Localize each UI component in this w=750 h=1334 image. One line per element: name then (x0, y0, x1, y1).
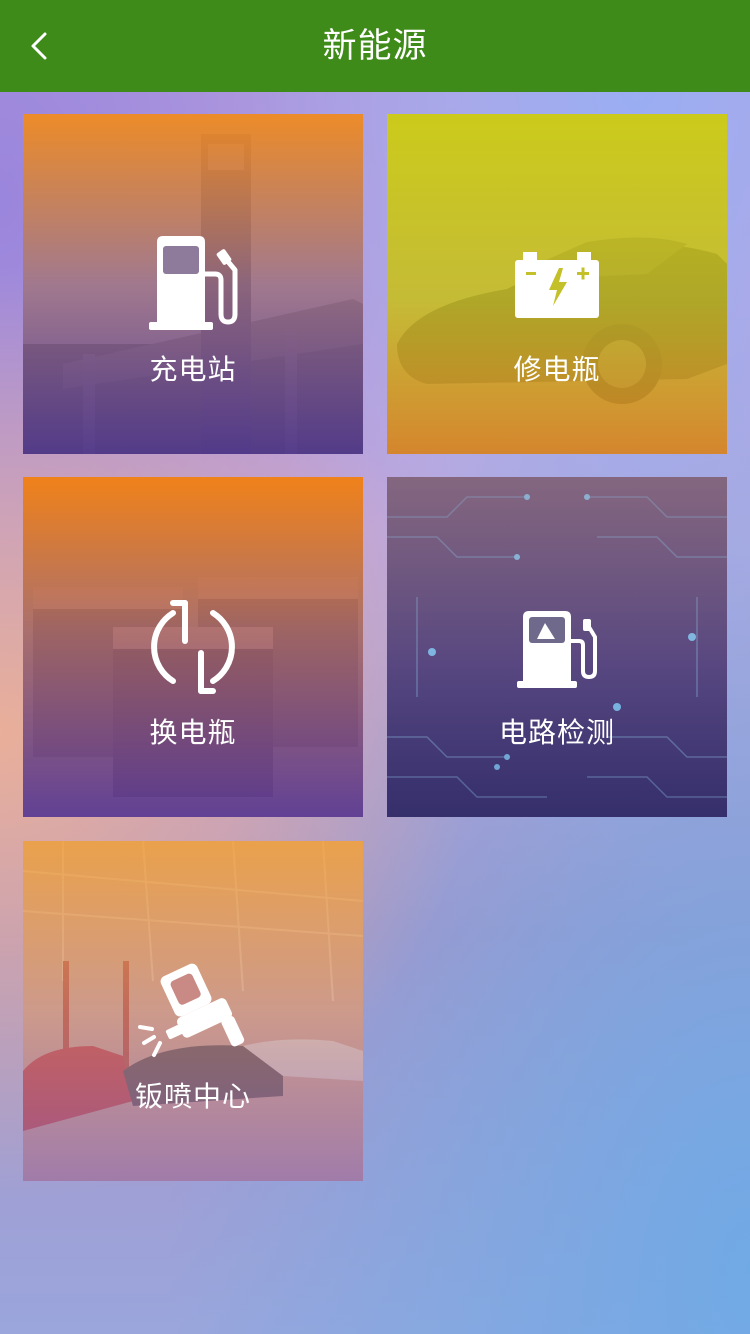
page-title: 新能源 (322, 26, 428, 66)
tile-label: 换电瓶 (149, 716, 237, 749)
tile-battery-swap[interactable]: 换电瓶 (23, 477, 363, 817)
charging-pile-icon (517, 611, 597, 688)
tile-label: 电路检测 (498, 716, 615, 749)
battery-icon (515, 252, 599, 318)
tile-label: 充电站 (149, 353, 237, 386)
tile-label: 修电瓶 (513, 353, 601, 386)
top-nav-bar: 新能源 (0, 0, 750, 92)
tile-battery-repair[interactable]: 修电瓶 (387, 114, 727, 454)
fuel-pump-icon (149, 236, 238, 330)
tile-body-paint[interactable]: 钣喷中心 (23, 841, 363, 1181)
tile-charging-station[interactable]: 充电站 (23, 114, 363, 454)
swap-cycle-icon (151, 600, 235, 694)
spray-gun-icon (138, 963, 245, 1057)
tile-circuit-check[interactable]: 电路检测 (387, 477, 727, 817)
tile-label: 钣喷中心 (134, 1080, 251, 1113)
